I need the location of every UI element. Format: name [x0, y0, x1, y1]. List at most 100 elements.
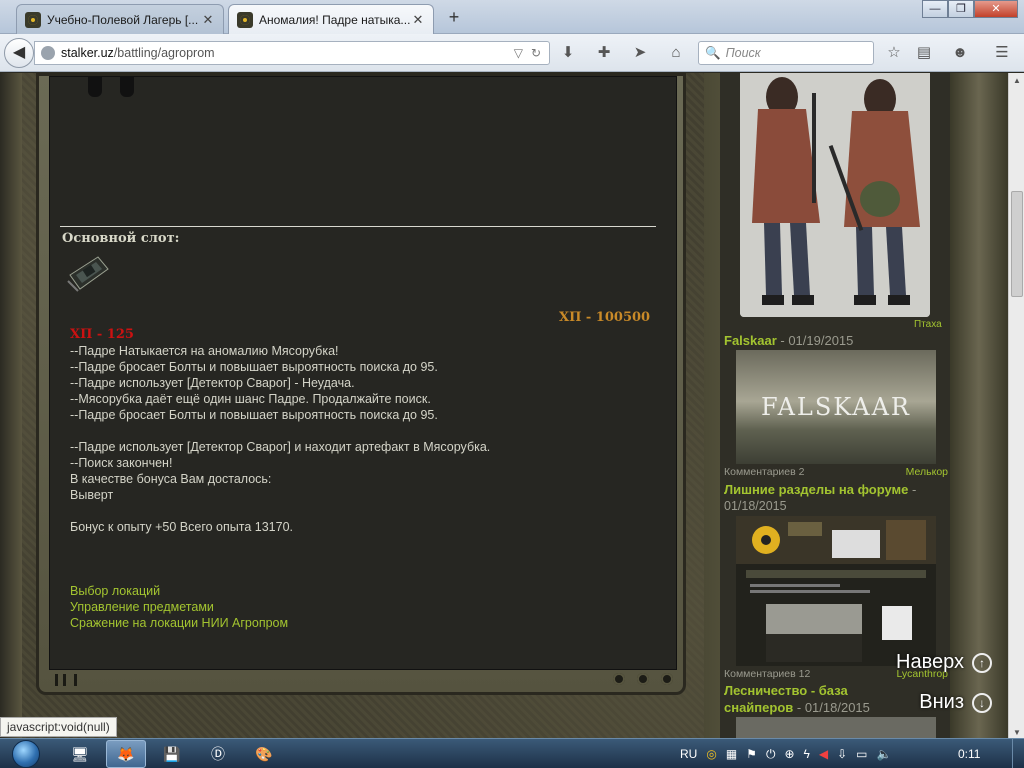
link-choose-location[interactable]: Выбор локаций [70, 583, 288, 599]
d-app-icon[interactable]: Ⓓ [198, 740, 238, 768]
tray-power-icon[interactable]: ⏻ [766, 747, 776, 762]
tray-flag-icon[interactable]: ⚑ [746, 747, 757, 761]
pause-bars-icon [55, 674, 77, 686]
tray-globe-icon[interactable]: ⊕ [784, 747, 794, 761]
tray-network-icon[interactable]: ▭ [856, 747, 867, 761]
news-comments[interactable]: Комментариев 2 [724, 466, 804, 478]
scroll-bottom-button[interactable]: Вниз ↓ [919, 691, 992, 714]
news-date: 01/19/2015 [788, 333, 854, 348]
log-line: --Падре бросает Болты и повышает выроятн… [70, 360, 438, 374]
author-ptaha[interactable]: Птаха [914, 319, 942, 330]
news-author[interactable]: Мелькор [906, 466, 948, 478]
radiation-icon [237, 11, 253, 28]
battle-panel: Основной слот: ХП - 100500 ХП - 125 --Па… [36, 73, 686, 695]
main-slot-label: Основной слот: [62, 231, 180, 246]
tab-anomaly[interactable]: Аномалия! Падре натыка... ✕ [228, 4, 434, 34]
maximize-button[interactable]: ❐ [948, 0, 974, 18]
stalkers-artwork [740, 73, 930, 317]
scroll-top-label: Наверх [896, 651, 964, 673]
scroll-up-arrow[interactable]: ▲ [1009, 73, 1024, 89]
arrow-up-icon: ↑ [972, 652, 992, 673]
close-window-button[interactable]: ✕ [974, 0, 1018, 18]
log-line: --Падре использует [Детектор Сварог] и н… [70, 440, 491, 454]
falskaar-image-text: FALSKAAR [761, 393, 911, 421]
tab-close-icon[interactable]: ✕ [201, 12, 215, 28]
paint-icon[interactable]: 🎨 [244, 740, 284, 768]
explorer-icon[interactable]: 🖥 [60, 740, 100, 768]
news-image-falskaar[interactable]: FALSKAAR [736, 350, 936, 464]
search-input[interactable]: 🔍 Поиск [698, 41, 874, 65]
system-tray: RU ◎ ▦ ⚑ ⏻ ⊕ ϟ ◀ ⇩ ▭ 🔈 [680, 739, 891, 768]
link-battle-agroprom[interactable]: Сражение на локации НИИ Агропром [70, 615, 288, 631]
scroll-thumb[interactable] [1011, 191, 1023, 297]
news-date: 01/18/2015 [804, 700, 870, 715]
scroll-top-button[interactable]: Наверх ↑ [896, 651, 992, 674]
tab-close-icon[interactable]: ✕ [411, 12, 425, 28]
navigation-bar: ◀ stalker.uz /battling/agroprom ▽ ↻ ⬇ ✚ … [0, 34, 1024, 72]
reading-list-icon[interactable]: ▤ [914, 43, 934, 63]
tray-antivirus-icon[interactable]: ◀ [819, 747, 828, 761]
show-desktop-button[interactable] [1012, 739, 1024, 768]
page-viewport: Основной слот: ХП - 100500 ХП - 125 --Па… [0, 73, 1008, 741]
log-line: --Падре Натыкается на аномалию Мясорубка… [70, 344, 339, 358]
section-divider [60, 226, 656, 227]
url-dropdown-icon[interactable]: ▽ [514, 46, 523, 60]
firefox-icon[interactable]: 🦊 [106, 740, 146, 768]
news-title-falskaar[interactable]: Falskaar - 01/19/2015 [724, 333, 853, 348]
action-links: Выбор локаций Управление предметами Сраж… [70, 583, 288, 631]
log-line: В качестве бонуса Вам досталось: [70, 472, 272, 486]
tray-ring-icon[interactable]: ◎ [706, 747, 716, 761]
news-title-forestry-line2[interactable]: снайперов - 01/18/2015 [724, 700, 870, 715]
url-host: stalker.uz [61, 46, 114, 60]
clock[interactable]: 0:11 [958, 747, 980, 761]
news-sep: - [793, 700, 805, 715]
save-icon[interactable]: 💾 [152, 740, 192, 768]
menu-icon[interactable]: ☰ [992, 43, 1012, 63]
news-title-text[interactable]: Falskaar [724, 333, 777, 348]
tray-flash-icon[interactable]: ϟ [804, 747, 810, 761]
tab-label: Аномалия! Падре натыка... [259, 12, 411, 27]
download-icon[interactable]: ⬇ [558, 43, 578, 63]
bookmark-star-icon[interactable]: ☆ [884, 43, 904, 63]
tab-camp[interactable]: Учебно-Полевой Лагерь [... ✕ [16, 4, 224, 34]
tray-update-icon[interactable]: ⇩ [837, 747, 847, 761]
addon-icon[interactable]: ✚ [594, 43, 614, 63]
globe-icon [41, 46, 55, 60]
scroll-bottom-label: Вниз [919, 691, 964, 713]
tray-volume-icon[interactable]: 🔈 [877, 747, 892, 761]
battle-log: --Падре Натыкается на аномалию Мясорубка… [70, 343, 650, 535]
news-title-text[interactable]: Лишние разделы на форуме [724, 482, 908, 497]
detector-icon[interactable] [64, 251, 112, 295]
news-title-forestry[interactable]: Лесничество - база [724, 683, 848, 698]
back-button[interactable]: ◀ [4, 38, 34, 68]
log-line: Выверт [70, 488, 114, 502]
news-image-forum[interactable] [736, 516, 936, 666]
windows-logo-icon [12, 740, 40, 768]
character-boots-image [80, 77, 140, 99]
url-path: /battling/agroprom [113, 46, 215, 60]
url-bar[interactable]: stalker.uz /battling/agroprom ▽ ↻ [34, 41, 550, 65]
news-date: 01/18/2015 [724, 499, 787, 513]
news-comments[interactable]: Комментариев 12 [724, 668, 810, 680]
link-manage-items[interactable]: Управление предметами [70, 599, 288, 615]
language-indicator[interactable]: RU [680, 747, 697, 761]
start-button[interactable] [4, 739, 48, 768]
news-sep: - [908, 482, 917, 497]
chat-icon[interactable]: ☻ [950, 43, 970, 63]
page-scrollbar[interactable]: ▲ ▼ [1008, 73, 1024, 741]
windows-taskbar: 🖥 🦊 💾 Ⓓ 🎨 RU ◎ ▦ ⚑ ⏻ ⊕ ϟ ◀ ⇩ ▭ 🔈 0:11 [0, 738, 1024, 768]
log-line: --Мясорубка даёт ещё один шанс Падре. Пр… [70, 392, 431, 406]
home-icon[interactable]: ⌂ [666, 43, 686, 63]
news-title-text[interactable]: снайперов [724, 700, 793, 715]
reload-icon[interactable]: ↻ [531, 46, 541, 60]
search-icon: 🔍 [705, 45, 721, 60]
minimize-button[interactable]: — [922, 0, 948, 18]
window-controls: — ❐ ✕ [922, 0, 1018, 18]
send-icon[interactable]: ➤ [630, 43, 650, 63]
rivets [613, 673, 673, 685]
browser-titlebar: Учебно-Полевой Лагерь [... ✕ Аномалия! П… [0, 0, 1024, 34]
tray-grid-icon[interactable]: ▦ [726, 747, 737, 761]
new-tab-button[interactable]: + [444, 7, 464, 27]
news-title-forum[interactable]: Лишние разделы на форуме - [724, 482, 916, 497]
